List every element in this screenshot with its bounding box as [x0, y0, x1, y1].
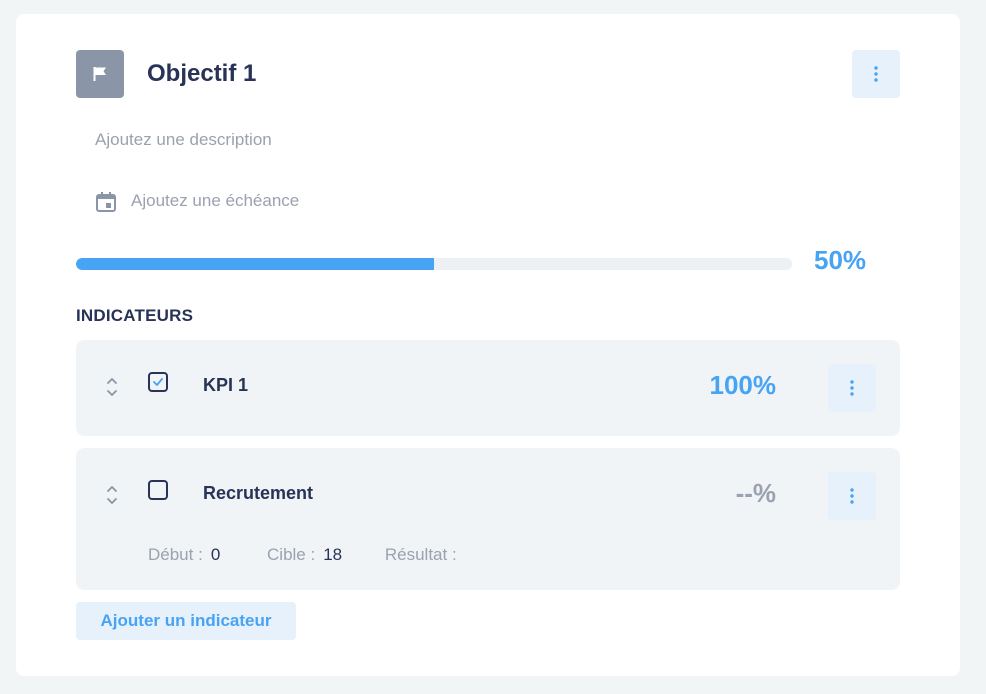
objective-menu-button[interactable]	[852, 50, 900, 98]
objective-card: Objectif 1 Ajoutez une description Ajout…	[16, 14, 960, 676]
indicator-start[interactable]: Début : 0	[148, 545, 220, 565]
indicator-percent: 100%	[709, 370, 777, 400]
indicator-checkbox[interactable]	[148, 372, 168, 392]
indicator-meta: Début : 0 Cible : 18 Résultat :	[148, 545, 465, 565]
objective-progress-fill	[76, 258, 434, 270]
indicator-row[interactable]: Recrutement --% Début : 0 Cible : 18 Résul…	[76, 448, 900, 590]
indicator-row[interactable]: KPI 1 100%	[76, 340, 900, 436]
indicator-percent: --%	[735, 478, 776, 508]
more-vertical-icon	[874, 66, 878, 82]
indicator-menu-button[interactable]	[828, 472, 876, 520]
flag-icon	[93, 67, 106, 81]
indicator-target[interactable]: Cible : 18	[267, 545, 342, 565]
indicator-result[interactable]: Résultat :	[385, 545, 465, 565]
indicator-name[interactable]: KPI 1	[203, 375, 248, 396]
calendar-icon	[96, 192, 116, 212]
drag-handle-icon[interactable]	[106, 376, 118, 398]
add-indicator-button[interactable]: Ajouter un indicateur	[76, 602, 296, 640]
description-placeholder[interactable]: Ajoutez une description	[95, 130, 272, 150]
objective-flag-icon-box	[76, 50, 124, 98]
indicator-menu-button[interactable]	[828, 364, 876, 412]
start-value: 0	[210, 545, 221, 564]
deadline-placeholder: Ajoutez une échéance	[131, 191, 300, 210]
objective-progress-percent: 50%	[814, 245, 867, 275]
indicators-section-title: INDICATEURS	[76, 306, 194, 325]
check-icon	[153, 378, 163, 386]
result-label: Résultat :	[384, 545, 457, 564]
objective-header: Objectif 1	[76, 50, 900, 98]
indicator-name[interactable]: Recrutement	[203, 483, 313, 504]
more-vertical-icon	[850, 380, 854, 396]
objective-title[interactable]: Objectif 1	[147, 59, 256, 89]
target-label: Cible :	[267, 545, 316, 564]
more-vertical-icon	[850, 488, 854, 504]
target-value: 18	[323, 545, 343, 564]
indicator-checkbox[interactable]	[148, 480, 168, 500]
drag-handle-icon[interactable]	[106, 484, 118, 506]
start-label: Début :	[148, 545, 203, 564]
objective-progress-bar	[76, 258, 792, 270]
